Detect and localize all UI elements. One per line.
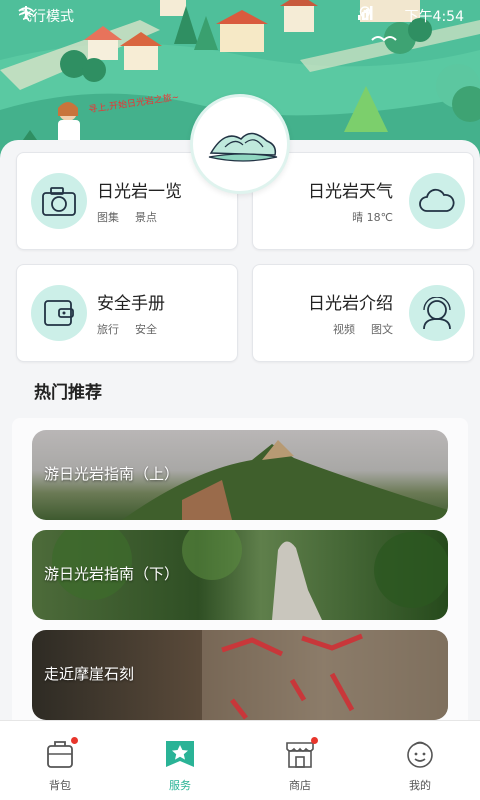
card-tag: 旅行 — [97, 323, 119, 336]
nav-service[interactable]: 服务 — [150, 739, 210, 793]
wifi-icon — [18, 7, 96, 23]
card-title: 日光岩天气 — [308, 182, 393, 202]
person-icon — [409, 285, 465, 341]
recommendation-label: 走近摩崖石刻 — [44, 665, 135, 683]
card-tag: 图集 — [97, 211, 119, 224]
nav-label: 背包 — [49, 779, 71, 792]
section-title: 热门推荐 — [34, 383, 102, 403]
nav-label: 服务 — [169, 779, 191, 792]
card-tag: 景点 — [135, 211, 157, 224]
card-title: 日光岩一览 — [97, 182, 182, 202]
recommendation-list: 游日光岩指南（上） 游日光岩指南（下） 走近摩崖石刻 — [12, 418, 468, 728]
weather-value: 晴 18℃ — [352, 211, 393, 224]
backpack-icon — [44, 737, 78, 769]
card-tag: 安全 — [135, 323, 157, 336]
status-time: 下午4:54 — [404, 9, 464, 25]
signal-icon — [357, 6, 397, 23]
recommendation-item[interactable]: 游日光岩指南（下） — [32, 530, 448, 620]
nav-label: 我的 — [409, 779, 431, 792]
card-weather[interactable]: 日光岩天气 晴 18℃ — [252, 152, 474, 250]
app-logo — [190, 94, 290, 194]
profile-icon — [404, 739, 436, 769]
nav-profile[interactable]: 我的 — [390, 739, 450, 793]
recommendation-item[interactable]: 走近摩崖石刻 — [32, 630, 448, 720]
card-introduction[interactable]: 日光岩介绍 视频 图文 — [252, 264, 474, 362]
shop-icon — [284, 737, 318, 769]
content-sheet: 日光岩一览 图集 景点 日光岩天气 晴 18℃ 安全手册 旅行 安全 日光岩介绍 — [0, 140, 480, 728]
nav-shop[interactable]: 商店 — [270, 737, 330, 793]
rock-logo-icon — [208, 132, 278, 162]
recommendation-item[interactable]: 游日光岩指南（上） — [32, 430, 448, 520]
notification-dot — [311, 737, 318, 744]
card-title: 安全手册 — [97, 294, 165, 314]
card-tag: 视频 — [333, 323, 355, 336]
nav-backpack[interactable]: 背包 — [30, 737, 90, 793]
status-bar: 飞行模式 下午4:54 — [0, 0, 480, 30]
notification-dot — [71, 737, 78, 744]
card-safety-handbook[interactable]: 安全手册 旅行 安全 — [16, 264, 238, 362]
recommendation-label: 游日光岩指南（下） — [44, 565, 180, 583]
airplane-icon — [19, 6, 118, 23]
card-tag: 图文 — [371, 323, 393, 336]
camera-icon — [31, 173, 87, 229]
wallet-icon — [31, 285, 87, 341]
cloud-icon — [409, 173, 465, 229]
recommendation-label: 游日光岩指南（上） — [44, 465, 180, 483]
service-icon — [164, 739, 196, 769]
card-title: 日光岩介绍 — [308, 294, 393, 314]
nav-label: 商店 — [289, 779, 311, 792]
bottom-navigation: 背包 服务 商店 我的 — [0, 720, 480, 800]
